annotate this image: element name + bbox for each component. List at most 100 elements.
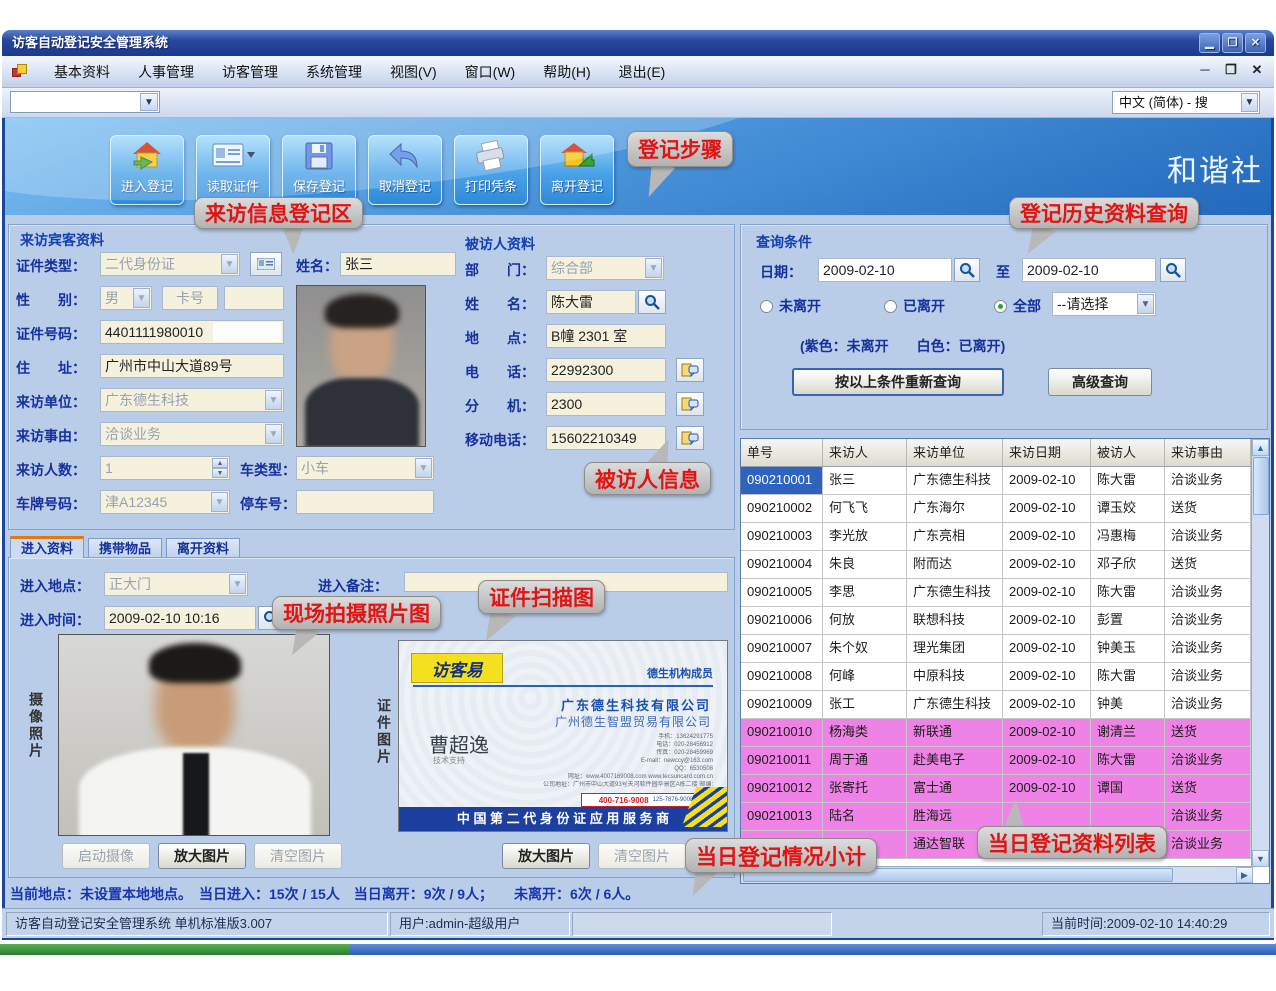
scroll-up-icon[interactable]: ▲ (1252, 439, 1269, 456)
table-cell[interactable]: 090210010 (741, 719, 823, 747)
table-row[interactable]: 090210003李光放广东亮相2009-02-10冯惠梅洽谈业务 (741, 523, 1269, 551)
visited-name-search-button[interactable] (638, 290, 666, 314)
phone-field[interactable]: 22992300 (546, 358, 666, 382)
table-cell[interactable]: 陆名 (823, 803, 907, 831)
table-cell[interactable]: 洽谈业务 (1165, 691, 1251, 719)
table-cell[interactable]: 送货 (1165, 719, 1251, 747)
table-cell[interactable]: 周于通 (823, 747, 907, 775)
menu-item-0[interactable]: 基本资料 (40, 60, 124, 84)
card-no-field[interactable] (224, 286, 284, 310)
table-cell[interactable]: 090210002 (741, 495, 823, 523)
radio-dot-icon[interactable] (994, 300, 1007, 313)
scroll-right-icon[interactable]: ▶ (1236, 867, 1253, 883)
language-selector[interactable]: 中文 (简体) - 搜 ▼ (1112, 91, 1260, 114)
table-row[interactable]: 090210007朱个奴理光集团2009-02-10钟美玉洽谈业务 (741, 635, 1269, 663)
taskbar[interactable] (350, 944, 1276, 955)
menu-item-4[interactable]: 视图(V) (376, 60, 451, 84)
start-camera-button[interactable]: 启动摄像 (62, 843, 150, 869)
table-row[interactable]: 090210011周于通赴美电子2009-02-10陈大雷洽谈业务 (741, 747, 1269, 775)
table-cell[interactable]: 洽谈业务 (1165, 635, 1251, 663)
table-cell[interactable]: 钟美玉 (1091, 635, 1165, 663)
table-cell[interactable]: 谭国 (1091, 775, 1165, 803)
table-cell[interactable]: 送货 (1165, 495, 1251, 523)
table-cell[interactable]: 2009-02-10 (1003, 467, 1091, 495)
table-cell[interactable]: 张工 (823, 691, 907, 719)
vertical-scroll-thumb[interactable] (1253, 457, 1269, 515)
quick-search-combobox[interactable]: ▼ (10, 91, 160, 113)
table-cell[interactable]: 张寄托 (823, 775, 907, 803)
table-cell[interactable]: 2009-02-10 (1003, 663, 1091, 691)
table-cell[interactable]: 陈大雷 (1091, 467, 1165, 495)
table-cell[interactable]: 送货 (1165, 775, 1251, 803)
table-cell[interactable]: 洽谈业务 (1165, 831, 1251, 859)
table-cell[interactable]: 090210004 (741, 551, 823, 579)
table-cell[interactable]: 邓子欣 (1091, 551, 1165, 579)
table-cell[interactable]: 陈大雷 (1091, 579, 1165, 607)
column-header-来访单位[interactable]: 来访单位 (907, 439, 1003, 466)
table-cell[interactable]: 陈大雷 (1091, 747, 1165, 775)
chevron-down-icon[interactable]: ▼ (415, 458, 432, 478)
table-cell[interactable]: 广东德生科技 (907, 691, 1003, 719)
radio-全部[interactable]: 全部 (994, 296, 1041, 316)
date-to-field[interactable]: 2009-02-10 (1022, 258, 1156, 282)
table-cell[interactable]: 090210006 (741, 607, 823, 635)
table-cell[interactable]: 朱个奴 (823, 635, 907, 663)
gender-combobox[interactable]: 男▼ (100, 286, 152, 310)
table-cell[interactable]: 何放 (823, 607, 907, 635)
table-cell[interactable]: 广东德生科技 (907, 467, 1003, 495)
table-cell[interactable]: 谢清兰 (1091, 719, 1165, 747)
clear-card-button[interactable]: 清空图片 (598, 843, 686, 869)
tab-leave-info[interactable]: 离开资料 (166, 538, 240, 558)
menu-item-6[interactable]: 帮助(H) (529, 60, 604, 84)
menu-item-2[interactable]: 访客管理 (208, 60, 292, 84)
title-bar[interactable]: 访客自动登记安全管理系统 ▁ ❐ ✕ (2, 30, 1274, 56)
spinner-down-icon[interactable]: ▼ (212, 468, 228, 478)
table-cell[interactable]: 冯惠梅 (1091, 523, 1165, 551)
table-cell[interactable]: 广东海尔 (907, 495, 1003, 523)
ext-notify-button[interactable] (676, 392, 704, 416)
tab-carried-items[interactable]: 携带物品 (88, 538, 162, 558)
chevron-down-icon[interactable]: ▼ (211, 492, 228, 512)
table-cell[interactable]: 送货 (1165, 551, 1251, 579)
chevron-down-icon[interactable]: ▼ (1137, 294, 1154, 314)
column-header-来访人[interactable]: 来访人 (823, 439, 907, 466)
cancel-registration-button[interactable]: 取消登记 (368, 135, 442, 205)
column-header-来访事由[interactable]: 来访事由 (1165, 439, 1251, 466)
cert-no-field[interactable]: 4401111980010 (100, 320, 284, 344)
table-cell[interactable]: 联想科技 (907, 607, 1003, 635)
table-cell[interactable]: 090210007 (741, 635, 823, 663)
table-cell[interactable]: 何峰 (823, 663, 907, 691)
table-cell[interactable]: 2009-02-10 (1003, 523, 1091, 551)
chevron-down-icon[interactable]: ▼ (645, 258, 662, 278)
table-cell[interactable]: 洽谈业务 (1165, 579, 1251, 607)
entry-place-combobox[interactable]: 正大门▼ (104, 572, 248, 596)
table-cell[interactable]: 2009-02-10 (1003, 719, 1091, 747)
radio-dot-icon[interactable] (884, 300, 897, 313)
parking-field[interactable] (296, 490, 434, 514)
count-spinner[interactable]: 1 ▲ ▼ (100, 456, 230, 480)
address-field[interactable]: 广州市中山大道89号 (100, 354, 284, 378)
table-cell[interactable]: 2009-02-10 (1003, 691, 1091, 719)
phone-notify-button[interactable] (676, 358, 704, 382)
table-cell[interactable]: 2009-02-10 (1003, 635, 1091, 663)
save-registration-button[interactable]: 保存登记 (282, 135, 356, 205)
table-cell[interactable]: 富士通 (907, 775, 1003, 803)
table-cell[interactable]: 何飞飞 (823, 495, 907, 523)
table-cell[interactable]: 090210003 (741, 523, 823, 551)
date-from-picker-button[interactable] (954, 258, 980, 282)
table-cell[interactable]: 2009-02-10 (1003, 579, 1091, 607)
table-cell[interactable]: 赴美电子 (907, 747, 1003, 775)
table-cell[interactable]: 彭置 (1091, 607, 1165, 635)
table-cell[interactable]: 张三 (823, 467, 907, 495)
table-cell[interactable]: 洽谈业务 (1165, 663, 1251, 691)
clear-photo-button[interactable]: 清空图片 (254, 843, 342, 869)
mdi-close-icon[interactable]: ✕ (1248, 62, 1266, 78)
table-cell[interactable]: 2009-02-10 (1003, 607, 1091, 635)
table-cell[interactable]: 090210001 (741, 467, 823, 495)
table-cell[interactable]: 090210011 (741, 747, 823, 775)
table-cell[interactable]: 2009-02-10 (1003, 551, 1091, 579)
chevron-down-icon[interactable]: ▼ (265, 390, 282, 410)
table-row[interactable]: 090210004朱良附而达2009-02-10邓子欣送货 (741, 551, 1269, 579)
table-row[interactable]: 090210005李思广东德生科技2009-02-10陈大雷洽谈业务 (741, 579, 1269, 607)
menu-item-5[interactable]: 窗口(W) (451, 60, 530, 84)
